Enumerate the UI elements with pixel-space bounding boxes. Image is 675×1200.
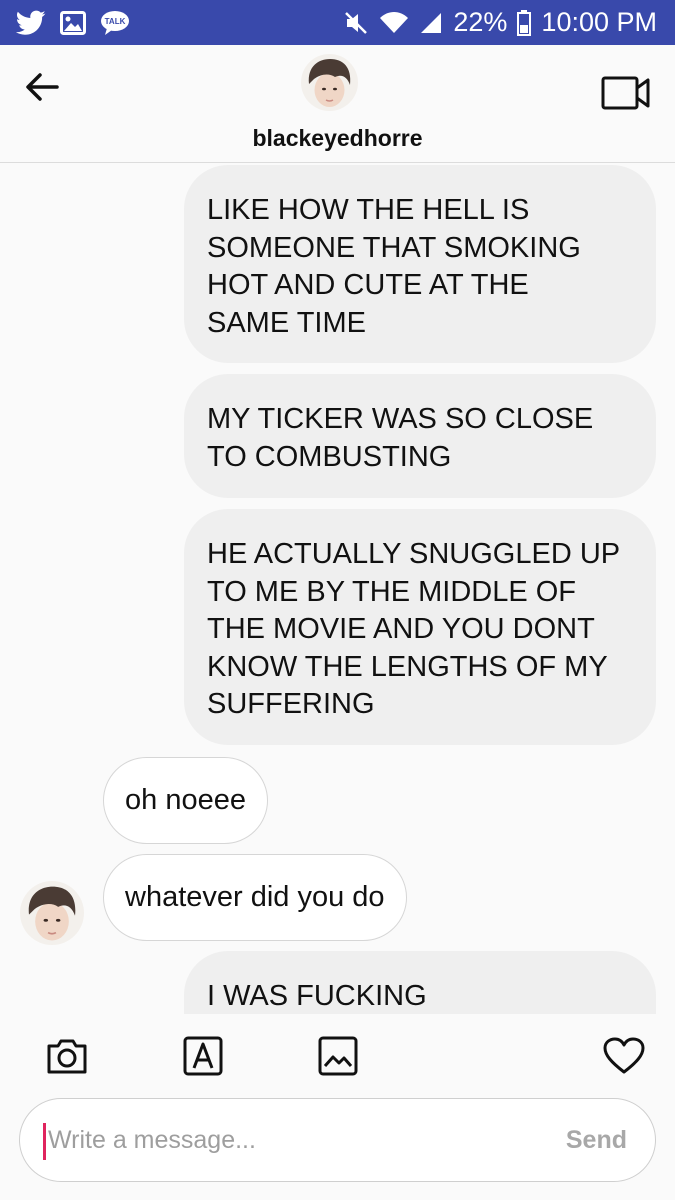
message-line: KNOW THE LENGTHS OF MY <box>207 650 608 683</box>
gallery-button[interactable] <box>316 1034 360 1078</box>
message-bubble-outgoing[interactable]: MY TICKER WAS SO CLOSE TO COMBUSTING <box>184 374 656 498</box>
message-bubble-incoming[interactable]: whatever did you do <box>103 854 407 941</box>
message-line: SOMEONE THAT SMOKING <box>207 231 581 264</box>
battery-percent: 22% <box>453 7 508 37</box>
message-bubble-outgoing[interactable]: I WAS FUCKING <box>184 951 656 1014</box>
kakaotalk-icon: TALK <box>100 10 130 36</box>
message-line: I WAS FUCKING <box>207 980 427 1012</box>
clock: 10:00 PM <box>541 7 657 37</box>
mute-icon <box>343 10 369 36</box>
message-bubble-outgoing[interactable]: LIKE HOW THE HELL IS SOMEONE THAT SMOKIN… <box>184 165 656 363</box>
like-button[interactable] <box>602 1034 646 1078</box>
gallery-icon <box>318 1036 358 1076</box>
message-line: oh noeee <box>125 783 246 816</box>
svg-text:TALK: TALK <box>105 17 126 26</box>
message-line: HOT AND CUTE AT THE <box>207 269 529 301</box>
camera-icon <box>47 1039 87 1074</box>
video-call-button[interactable] <box>601 75 651 111</box>
message-line: SAME TIME <box>207 306 366 339</box>
text-style-button[interactable] <box>181 1034 225 1078</box>
back-button[interactable] <box>22 67 62 107</box>
battery-icon <box>517 9 532 36</box>
arrow-left-icon <box>26 73 59 101</box>
image-icon <box>60 10 86 35</box>
message-line: TO COMBUSTING <box>207 440 452 473</box>
message-composer: Send <box>19 1098 656 1182</box>
text-cursor <box>43 1123 46 1160</box>
composer-toolbar <box>0 1020 675 1090</box>
text-style-icon <box>183 1036 223 1076</box>
twitter-icon <box>16 10 46 36</box>
message-line: HE ACTUALLY SNUGGLED UP <box>207 538 621 570</box>
contact-avatar[interactable] <box>301 54 358 111</box>
video-call-icon <box>601 76 650 110</box>
wifi-icon <box>379 11 409 35</box>
message-line: LIKE HOW THE HELL IS <box>207 194 530 226</box>
camera-button[interactable] <box>45 1034 89 1078</box>
message-line: THE MOVIE AND YOU DONT <box>207 613 595 645</box>
contact-username[interactable]: blackeyedhorre <box>0 125 675 152</box>
status-bar: TALK 22% 10:00 PM <box>0 0 675 45</box>
message-line: TO ME BY THE MIDDLE OF <box>207 575 577 608</box>
message-line: whatever did you do <box>125 880 385 913</box>
send-button[interactable]: Send <box>566 1099 627 1181</box>
message-bubble-incoming[interactable]: oh noeee <box>103 757 268 844</box>
conversation-header: blackeyedhorre <box>0 45 675 163</box>
message-input[interactable] <box>48 1099 528 1181</box>
message-line: SUFFERING <box>207 688 375 720</box>
message-line: MY TICKER WAS SO CLOSE <box>207 403 594 435</box>
message-thread[interactable]: LIKE HOW THE HELL IS SOMEONE THAT SMOKIN… <box>0 164 675 1014</box>
message-bubble-outgoing[interactable]: HE ACTUALLY SNUGGLED UP TO ME BY THE MID… <box>184 509 656 745</box>
signal-icon <box>419 11 443 35</box>
heart-icon <box>603 1037 645 1074</box>
sender-avatar[interactable] <box>20 881 84 945</box>
